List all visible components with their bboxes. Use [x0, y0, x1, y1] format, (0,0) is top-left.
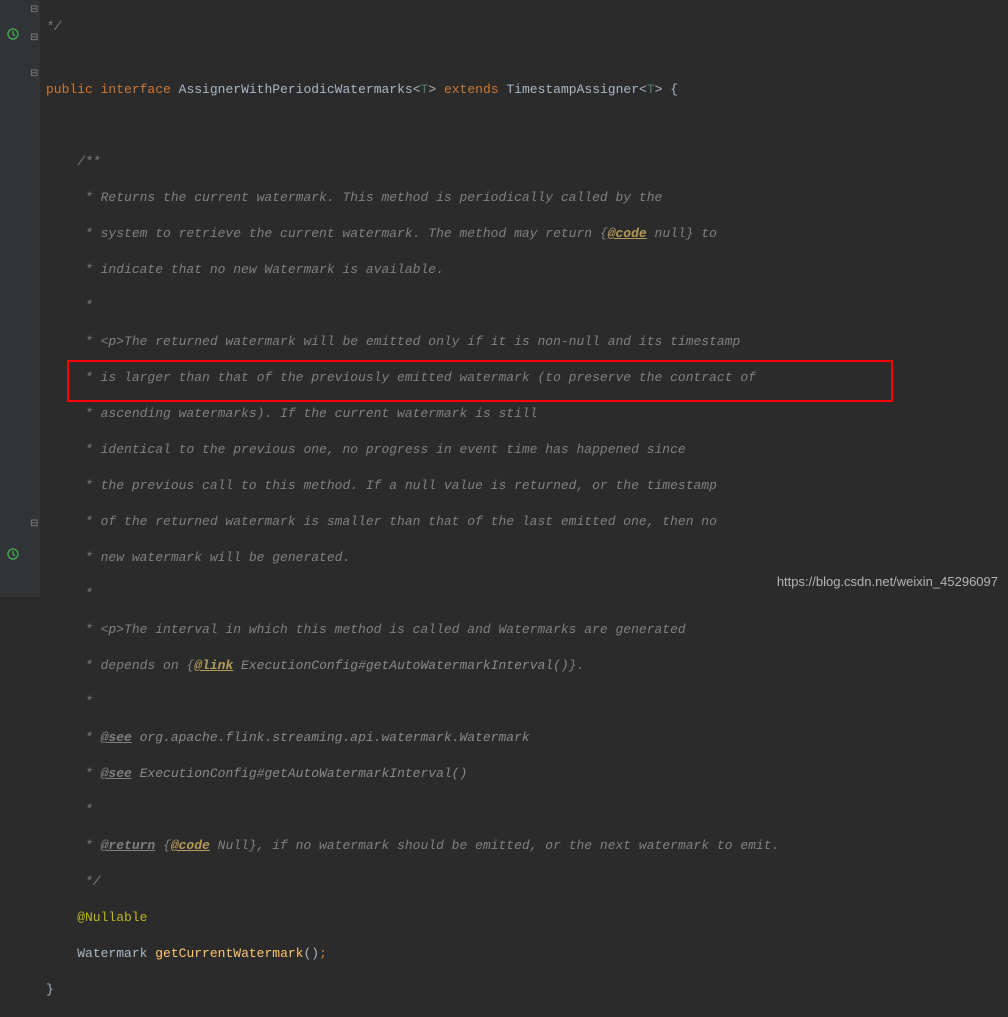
gutter-impl-icon[interactable] — [6, 27, 20, 41]
javadoc-line: * the previous call to this method. If a… — [46, 477, 779, 495]
method-declaration: Watermark getCurrentWatermark(); — [46, 945, 779, 963]
close-brace: } — [46, 981, 779, 999]
fold-open-icon[interactable]: ⊟ — [30, 30, 38, 48]
javadoc-line: * — [46, 801, 779, 819]
interface-signature: public interface AssignerWithPeriodicWat… — [46, 81, 779, 99]
javadoc-line: * <p>The interval in which this method i… — [46, 621, 779, 639]
javadoc-see: * @see ExecutionConfig#getAutoWatermarkI… — [46, 765, 779, 783]
javadoc-line: * identical to the previous one, no prog… — [46, 441, 779, 459]
javadoc-line: * Returns the current watermark. This me… — [46, 189, 779, 207]
javadoc-return: * @return {@code Null}, if no watermark … — [46, 837, 779, 855]
annotation: @Nullable — [46, 909, 779, 927]
javadoc-line: * indicate that no new Watermark is avai… — [46, 261, 779, 279]
javadoc-line: * — [46, 297, 779, 315]
fold-close-icon[interactable]: ⊟ — [30, 516, 38, 534]
javadoc-line: * is larger than that of the previously … — [46, 369, 779, 387]
javadoc-line: * new watermark will be generated. — [46, 549, 779, 567]
fold-close-icon[interactable]: ⊟ — [30, 2, 38, 20]
comment: */ — [46, 18, 779, 36]
javadoc-open: /** — [46, 153, 779, 171]
javadoc-close: */ — [46, 873, 779, 891]
fold-open-icon[interactable]: ⊟ — [30, 66, 38, 84]
javadoc-line: * depends on {@link ExecutionConfig#getA… — [46, 657, 779, 675]
javadoc-line: * of the returned watermark is smaller t… — [46, 513, 779, 531]
javadoc-line: * system to retrieve the current waterma… — [46, 225, 779, 243]
gutter-impl-icon[interactable] — [6, 547, 20, 561]
code-area[interactable]: */ public interface AssignerWithPeriodic… — [46, 0, 779, 1017]
javadoc-line: * — [46, 693, 779, 711]
javadoc-line: * <p>The returned watermark will be emit… — [46, 333, 779, 351]
javadoc-see: * @see org.apache.flink.streaming.api.wa… — [46, 729, 779, 747]
source-watermark: https://blog.csdn.net/weixin_45296097 — [777, 573, 998, 591]
editor-gutter: ⊟ ⊟ ⊟ ⊟ — [0, 0, 40, 597]
javadoc-line: * ascending watermarks). If the current … — [46, 405, 779, 423]
javadoc-line: * — [46, 585, 779, 603]
